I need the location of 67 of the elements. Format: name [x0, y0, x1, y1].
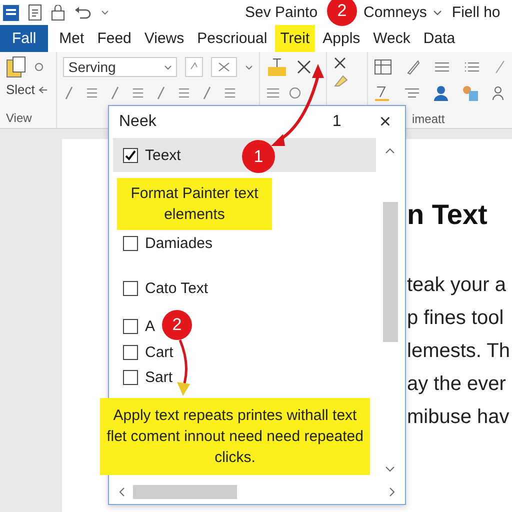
document-heading: n Text: [407, 199, 488, 231]
account-name: Comneys: [364, 4, 427, 21]
close-icon[interactable]: [332, 56, 347, 70]
ribbon-tab[interactable]: Met: [54, 25, 90, 52]
callout-note: Apply text repeats printes withall text flet coment innout need need repeated clicks.: [100, 398, 370, 475]
ribbon-tab[interactable]: Data: [418, 25, 460, 52]
callout-note: Format Painter text elements: [117, 178, 272, 230]
checkbox[interactable]: [123, 370, 138, 384]
ribbon-tab[interactable]: Pescrioual: [192, 25, 272, 52]
checkbox[interactable]: [123, 318, 138, 334]
caret-icon[interactable]: [432, 10, 442, 16]
italic-icon[interactable]: [63, 86, 76, 100]
body-text: ay the ever: [407, 372, 507, 397]
save-icon[interactable]: [51, 4, 65, 20]
checklist-item[interactable]: A: [113, 314, 158, 338]
checklist-item[interactable]: Cart: [113, 340, 176, 364]
document-icon[interactable]: [28, 4, 42, 21]
ribbon-tab[interactable]: Weck: [368, 25, 416, 52]
list-icon[interactable]: [434, 61, 450, 73]
checklist-item[interactable]: Cato Text: [113, 276, 210, 300]
clipboard-icon[interactable]: [6, 56, 26, 78]
checkbox[interactable]: [123, 236, 138, 250]
scroll-up-icon[interactable]: [385, 148, 395, 154]
checkbox[interactable]: [123, 344, 138, 360]
back-arrow-icon[interactable]: [38, 86, 48, 94]
checklist-item[interactable]: Damiades: [113, 231, 215, 255]
scroll-right-icon[interactable]: [389, 487, 395, 497]
caret-icon[interactable]: [245, 64, 254, 70]
select-label[interactable]: Slect: [6, 82, 35, 97]
body-text: p fines tool: [407, 306, 505, 331]
scroll-left-icon[interactable]: [119, 487, 125, 497]
list-icon[interactable]: [132, 86, 144, 100]
list-icon[interactable]: [404, 87, 420, 99]
shape-icon[interactable]: [288, 86, 302, 100]
highlighter-icon[interactable]: [266, 57, 288, 77]
ribbon-tab[interactable]: Feed: [92, 25, 136, 52]
body-text: mibuse hav: [407, 405, 510, 430]
app-icon[interactable]: [3, 4, 19, 20]
count-label: 1: [332, 113, 342, 131]
ribbon-tab[interactable]: Views: [139, 25, 190, 52]
body-text: lemests. Th: [407, 339, 511, 364]
checkbox[interactable]: [123, 148, 138, 162]
table-icon[interactable]: [374, 59, 392, 75]
person-icon[interactable]: [492, 86, 504, 100]
group-label: imeatt: [412, 112, 445, 126]
font-dropdown[interactable]: Serving: [63, 57, 178, 77]
clear-format-icon[interactable]: [211, 57, 238, 77]
person-icon[interactable]: [434, 85, 448, 101]
window-title: Sev Painto: [245, 4, 318, 21]
group-label: View: [6, 111, 33, 127]
body-text: teak your a: [407, 273, 507, 298]
ribbon-tab[interactable]: Fall: [0, 25, 48, 52]
ribbon-tab[interactable]: Appls: [318, 25, 366, 52]
caret-icon[interactable]: [101, 10, 109, 16]
undo-icon[interactable]: [74, 6, 92, 18]
list-icon[interactable]: [464, 61, 480, 73]
close-button[interactable]: ×: [375, 110, 395, 134]
panel-title: Neek: [119, 113, 158, 131]
slash-icon[interactable]: [201, 86, 214, 100]
title-text: Fiell ho: [452, 4, 500, 21]
checkbox[interactable]: [123, 280, 138, 296]
ribbon-tab[interactable]: Treit: [275, 25, 315, 52]
scroll-down-icon[interactable]: [385, 466, 395, 472]
curved-arrow: [177, 340, 190, 396]
caret-icon: [164, 64, 172, 70]
underline-icon[interactable]: [374, 85, 390, 101]
checklist-item[interactable]: Sart: [113, 365, 175, 389]
